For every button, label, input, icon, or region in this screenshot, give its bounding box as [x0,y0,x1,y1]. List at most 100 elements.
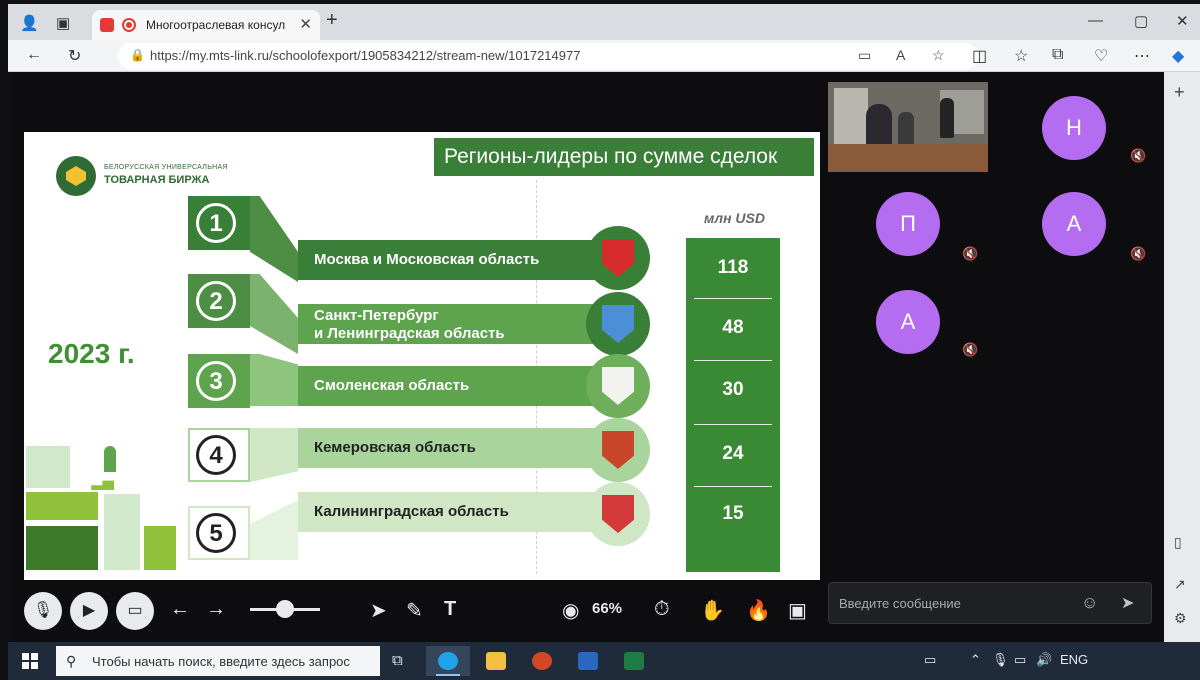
rank-number: 5 [196,513,236,553]
rank-number: 3 [196,361,236,401]
raise-hand-icon[interactable]: ✋ [700,598,725,623]
address-bar[interactable]: 🔒 https://my.mts-link.ru/schoolofexport/… [118,43,978,69]
sidebar-settings-icon[interactable]: ⚙ [1174,610,1187,627]
kemerovo-emblem-icon [586,418,650,482]
emoji-icon[interactable]: ☺ [1081,593,1098,613]
browser-tab[interactable]: Многоотраслевая консульт ✕ [92,10,320,40]
tray-network-icon[interactable]: ▭ [1014,652,1026,668]
sidebar-add-icon[interactable]: + [1174,82,1185,103]
viewers-eye-icon: ◉ [562,600,580,622]
new-tab-button[interactable]: + [326,9,338,32]
collections-icon[interactable]: ⧉ [1052,46,1063,64]
participant-avatar[interactable]: П [876,192,940,256]
taskbar-powerpoint[interactable] [520,646,564,676]
rank-number: 1 [196,203,236,243]
text-tool-icon[interactable]: T [444,598,456,621]
value-cell: 30 [722,379,744,400]
pen-icon[interactable]: ✎ [406,598,423,623]
rank-box: 5 [188,506,250,560]
region-bar: Калининградская область [298,492,598,532]
volume-slider-knob[interactable] [276,600,294,618]
browser-essentials-icon[interactable]: ♡ [1094,46,1108,66]
profile-icon[interactable]: 👤 [20,14,39,32]
browser-navbar: ← ↻ 🔒 https://my.mts-link.ru/schoolofexp… [8,40,1200,72]
region-name-line2: и Ленинградская область [314,325,505,342]
sidebar-split-icon[interactable]: ▯ [1174,534,1182,551]
moscow-emblem-icon [586,226,650,290]
layout-icon[interactable]: ▣ [788,598,807,623]
reactions-icon[interactable]: 🔥 [746,598,771,623]
next-slide-icon[interactable]: → [206,598,226,621]
participant-avatar[interactable]: А [1042,192,1106,256]
reload-icon[interactable]: ↻ [68,46,81,66]
tray-mic-icon[interactable]: 🎙 [992,652,1009,668]
value-cell: 15 [722,503,744,524]
camera-permission-icon[interactable]: ▭ [858,47,871,64]
participant-avatar[interactable]: А [876,290,940,354]
tab-close-icon[interactable]: ✕ [299,15,312,33]
task-view-icon[interactable]: ⧉ [392,652,403,669]
previous-slide-icon[interactable]: ← [170,598,190,621]
rank-box: 4 [188,428,250,482]
row-connector [250,500,298,560]
lock-icon: 🔒 [130,48,145,62]
taskbar-word[interactable] [566,646,610,676]
tray-volume-icon[interactable]: 🔊 [1036,652,1052,668]
logo-subtitle: БЕЛОРУССКАЯ УНИВЕРСАЛЬНАЯ [104,164,228,171]
chat-input[interactable]: Введите сообщение ☺ ➤ [828,582,1152,624]
taskbar-excel[interactable] [612,646,656,676]
maximize-button[interactable]: ▢ [1134,12,1148,30]
decor-block [26,526,98,570]
muted-mic-icon: 🔇 [962,342,979,357]
tray-app-icon[interactable]: ▭ [924,652,936,668]
search-placeholder: Чтобы начать поиск, введите здесь запрос [92,654,350,669]
browser-sidebar: + ▯ ↗ ⚙ [1164,72,1200,650]
leningrad-emblem-icon [586,292,650,356]
url-text: https://my.mts-link.ru/schoolofexport/19… [150,48,581,63]
favorites-icon[interactable]: ☆ [1014,46,1028,66]
taskbar-search[interactable]: ⚲ Чтобы начать поиск, введите здесь запр… [56,646,380,676]
row-connector [250,428,298,482]
more-menu-icon[interactable]: ⋯ [1134,46,1150,66]
sidebar-external-icon[interactable]: ↗ [1174,576,1186,593]
read-aloud-icon[interactable]: A [896,47,905,63]
send-icon[interactable]: ➤ [1121,593,1134,613]
timer-icon[interactable]: ⏱ [654,598,670,621]
zoom-level: 66% [592,600,623,617]
tab-actions-icon[interactable]: ▣ [56,14,70,32]
split-screen-icon[interactable]: ◫ [972,46,987,66]
microphone-button[interactable]: 🎙 [24,592,62,630]
chat-placeholder: Введите сообщение [839,596,961,611]
rank-box: 1 [188,196,250,250]
speaker-video[interactable] [828,82,988,172]
windows-start-icon[interactable] [22,653,38,669]
rank-box: 3 [188,354,250,408]
copilot-icon[interactable]: ◆ [1172,46,1184,66]
row-connector [250,274,298,354]
rank-number: 4 [196,435,236,475]
participant-avatar[interactable]: Н [1042,96,1106,160]
muted-mic-icon: 🔇 [962,246,979,261]
decor-block [144,526,176,570]
row-connector [250,196,298,282]
pointer-icon[interactable]: ➤ [370,598,387,623]
language-indicator[interactable]: ENG [1060,652,1088,667]
rank-number: 2 [196,281,236,321]
region-name: Москва и Московская область [314,251,540,268]
taskbar-explorer[interactable] [474,646,518,676]
screen-share-button[interactable]: ▭ [116,592,154,630]
browser-titlebar: 👤 ▣ Многоотраслевая консульт ✕ + — ▢ ✕ [8,4,1200,40]
taskbar-edge[interactable] [426,646,470,676]
tray-chevron-icon[interactable]: ⌃ [970,652,981,668]
back-arrow-icon[interactable]: ← [26,46,42,64]
camera-button[interactable]: ▶ [70,592,108,630]
mts-link-favicon-icon [100,18,114,32]
minimize-button[interactable]: — [1088,12,1103,29]
favorite-star-icon[interactable]: ☆ [932,47,945,64]
person-icon [104,446,116,472]
close-window-button[interactable]: ✕ [1176,12,1189,30]
screen: 👤 ▣ Многоотраслевая консульт ✕ + — ▢ ✕ ←… [0,0,1200,680]
region-bar: Санкт-Петербург и Ленинградская область [298,304,598,344]
search-icon: ⚲ [66,653,77,669]
stairs-icon [80,480,114,490]
